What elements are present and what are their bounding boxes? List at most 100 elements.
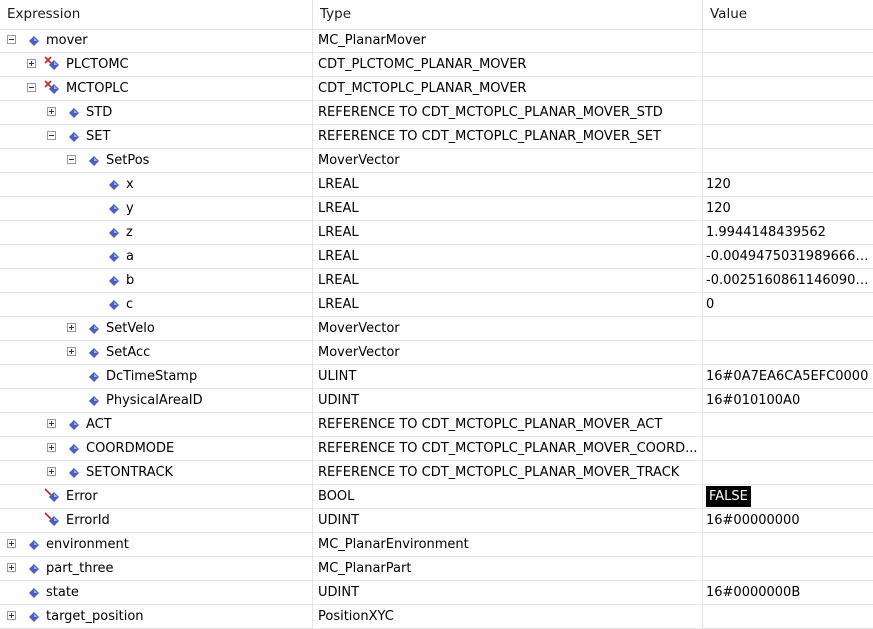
expression-label: b [126,273,135,288]
table-row[interactable]: Error BOOL FALSE [0,485,873,509]
table-row[interactable]: COORDMODE REFERENCE TO CDT_MCTOPLC_PLANAR… [0,437,873,461]
table-row[interactable]: b LREAL -0.00251608611460904... [0,269,873,293]
table-row[interactable]: part_three MC_PlanarPart [0,557,873,581]
table-row[interactable]: SetPos MoverVector [0,149,873,173]
value-column-header[interactable]: Value [703,0,873,29]
value-cell[interactable] [703,533,873,556]
table-row[interactable]: STD REFERENCE TO CDT_MCTOPLC_PLANAR_MOVER… [0,101,873,125]
expression-cell: ACT [0,413,313,436]
type-cell: UDINT [313,581,703,604]
expression-cell: SetAcc [0,341,313,364]
value-text: FALSE [706,486,751,507]
expression-column-header[interactable]: Expression [0,0,313,29]
table-row[interactable]: MCTOPLC CDT_MCTOPLC_PLANAR_MOVER [0,77,873,101]
value-cell[interactable] [703,29,873,52]
value-cell[interactable]: 16#0A7EA6CA5EFC0000 [703,365,873,388]
value-text: -0.00251608611460904... [706,273,873,288]
value-text: 16#010100A0 [706,393,801,408]
type-column-header[interactable]: Type [313,0,703,29]
variable-icon [69,108,79,118]
value-cell[interactable] [703,605,873,628]
variable-icon [69,468,79,478]
table-row[interactable]: SET REFERENCE TO CDT_MCTOPLC_PLANAR_MOVER… [0,125,873,149]
value-cell[interactable] [703,317,873,340]
expression-label: SetPos [106,153,150,168]
table-row[interactable]: a LREAL -0.00494750319896669... [0,245,873,269]
table-row[interactable]: SetAcc MoverVector [0,341,873,365]
expression-cell: SetVelo [0,317,313,340]
expand-icon[interactable] [7,611,16,620]
value-cell[interactable] [703,53,873,76]
table-row[interactable]: DcTimeStamp ULINT 16#0A7EA6CA5EFC0000 [0,365,873,389]
value-text: -0.00494750319896669... [706,249,873,264]
type-cell: MC_PlanarEnvironment [313,533,703,556]
value-cell[interactable] [703,461,873,484]
expression-label: SetAcc [106,345,151,360]
value-cell[interactable]: -0.00251608611460904... [703,269,873,292]
value-cell[interactable]: 120 [703,173,873,196]
value-cell[interactable]: 1.9944148439562 [703,221,873,244]
collapse-icon[interactable] [27,83,36,92]
expression-label: part_three [46,561,114,576]
type-cell: CDT_PLCTOMC_PLANAR_MOVER [313,53,703,76]
expression-label: MCTOPLC [66,81,129,96]
expand-icon[interactable] [67,323,76,332]
expand-icon[interactable] [7,539,16,548]
value-cell[interactable]: 120 [703,197,873,220]
table-row[interactable]: PhysicalAreaID UDINT 16#010100A0 [0,389,873,413]
expression-label: ErrorId [66,513,110,528]
type-cell: REFERENCE TO CDT_MCTOPLC_PLANAR_MOVER_TR… [313,461,703,484]
value-text: 16#00000000 [706,513,800,528]
value-cell[interactable]: -0.00494750319896669... [703,245,873,268]
value-cell[interactable] [703,77,873,100]
expression-cell: SetPos [0,149,313,172]
value-cell[interactable]: FALSE [703,485,873,508]
value-cell[interactable]: 0 [703,293,873,316]
table-row[interactable]: z LREAL 1.9944148439562 [0,221,873,245]
expand-icon[interactable] [47,419,56,428]
expand-icon[interactable] [47,443,56,452]
value-cell[interactable] [703,125,873,148]
expression-cell: STD [0,101,313,124]
table-row[interactable]: ACT REFERENCE TO CDT_MCTOPLC_PLANAR_MOVER… [0,413,873,437]
value-cell[interactable] [703,101,873,124]
expression-label: mover [46,33,88,48]
type-cell: LREAL [313,245,703,268]
table-row[interactable]: PLCTOMC CDT_PLCTOMC_PLANAR_MOVER [0,53,873,77]
type-cell: LREAL [313,221,703,244]
table-row[interactable]: mover MC_PlanarMover [0,29,873,53]
collapse-icon[interactable] [67,155,76,164]
value-cell[interactable] [703,557,873,580]
expand-icon[interactable] [47,107,56,116]
collapse-icon[interactable] [7,35,16,44]
value-cell[interactable] [703,341,873,364]
table-row[interactable]: x LREAL 120 [0,173,873,197]
value-cell[interactable]: 16#0000000B [703,581,873,604]
expression-cell: environment [0,533,313,556]
expand-icon[interactable] [27,59,36,68]
variable-icon [69,420,79,430]
expression-cell: z [0,221,313,244]
table-row[interactable]: SetVelo MoverVector [0,317,873,341]
table-row[interactable]: environment MC_PlanarEnvironment [0,533,873,557]
table-row[interactable]: state UDINT 16#0000000B [0,581,873,605]
value-cell[interactable] [703,149,873,172]
expand-icon[interactable] [67,347,76,356]
value-cell[interactable] [703,437,873,460]
expression-label: PLCTOMC [66,57,129,72]
table-row[interactable]: c LREAL 0 [0,293,873,317]
variable-icon [29,36,39,46]
expression-cell: SET [0,125,313,148]
expand-icon[interactable] [47,467,56,476]
value-cell[interactable] [703,413,873,436]
expression-label: c [126,297,134,312]
value-cell[interactable]: 16#010100A0 [703,389,873,412]
value-cell[interactable]: 16#00000000 [703,509,873,532]
type-cell: MoverVector [313,317,703,340]
table-row[interactable]: y LREAL 120 [0,197,873,221]
collapse-icon[interactable] [47,131,56,140]
table-row[interactable]: SETONTRACK REFERENCE TO CDT_MCTOPLC_PLANA… [0,461,873,485]
table-row[interactable]: ErrorId UDINT 16#00000000 [0,509,873,533]
expand-icon[interactable] [7,563,16,572]
table-row[interactable]: target_position PositionXYC [0,605,873,629]
